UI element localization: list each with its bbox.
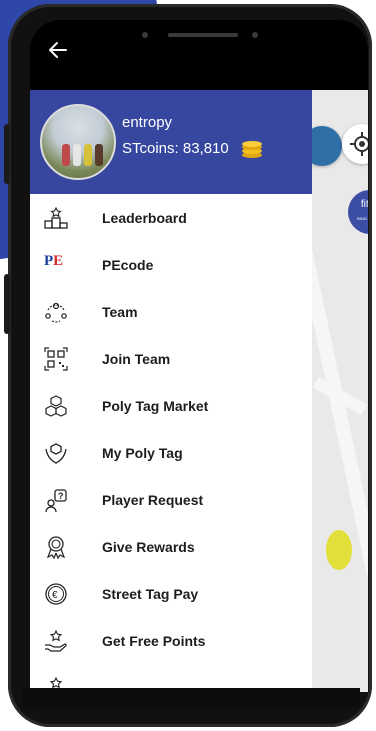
menu-item-label: Street Tag Pay <box>102 586 199 602</box>
map-view[interactable]: fitbit BING POINTS <box>273 90 368 692</box>
menu-item-label: Give Rewards <box>102 539 195 555</box>
back-arrow-icon[interactable] <box>46 38 70 62</box>
hand-star-icon <box>45 629 67 652</box>
menu-item-poly-tag-market[interactable]: Poly Tag Market <box>30 382 312 429</box>
menu-item-give-rewards[interactable]: Give Rewards <box>30 523 312 570</box>
pe-logo-icon: PE <box>44 253 64 269</box>
user-question-icon: ? <box>45 489 67 512</box>
menu-item-label: Get Free Points <box>102 633 206 649</box>
menu-item-player-request[interactable]: ? Player Request <box>30 476 312 523</box>
drawer-header: entropy STcoins: 83,810 <box>30 90 312 194</box>
euro-coin-icon: € <box>45 583 67 605</box>
hand-box-icon <box>45 443 67 464</box>
avatar[interactable] <box>40 104 116 180</box>
menu-item-my-poly-tag[interactable]: My Poly Tag <box>30 429 312 476</box>
menu-item-label: Poly Tag Market <box>102 398 209 414</box>
notch <box>128 20 278 50</box>
power-button <box>4 274 10 334</box>
menu-item-join-team[interactable]: Join Team <box>30 335 312 382</box>
navigation-drawer: entropy STcoins: 83,810 Leaderboard PE P… <box>30 90 312 692</box>
menu-item-label: PEcode <box>102 257 154 273</box>
svg-text:?: ? <box>58 491 64 501</box>
user-name: entropy <box>122 114 173 131</box>
screen: fitbit BING POINTS entropy STcoins: 83,8… <box>30 20 368 692</box>
crosshair-icon <box>350 132 368 156</box>
locate-button[interactable] <box>342 124 368 164</box>
menu-item-label: My Poly Tag <box>102 445 183 461</box>
coins-icon <box>242 141 262 158</box>
menu-item-team[interactable]: Team <box>30 288 312 335</box>
menu-item-get-free-points[interactable]: Get Free Points <box>30 617 312 664</box>
sensor-dot <box>252 32 258 38</box>
coin-balance: STcoins: 83,810 <box>122 140 229 157</box>
menu-item-street-tag-pay[interactable]: € Street Tag Pay <box>30 570 312 617</box>
qr-code-icon <box>44 347 68 371</box>
menu-item-label: Team <box>102 304 138 320</box>
camera-dot <box>142 32 148 38</box>
drawer-menu: Leaderboard PE PEcode Team Join Team Pol… <box>30 194 312 692</box>
fitbit-sublabel: BING POINTS <box>357 216 368 221</box>
volume-button <box>4 124 10 184</box>
phone-frame: fitbit BING POINTS entropy STcoins: 83,8… <box>4 4 372 727</box>
menu-item-label: Join Team <box>102 351 171 367</box>
svg-text:€: € <box>52 590 58 601</box>
podium-icon <box>44 206 68 229</box>
menu-item-label: Player Request <box>102 492 204 508</box>
speaker-grille <box>168 33 238 37</box>
team-icon <box>45 302 67 323</box>
screen-bottom-edge <box>22 688 360 708</box>
menu-item-label: Leaderboard <box>102 210 187 226</box>
medal-icon <box>46 536 66 559</box>
map-marker[interactable] <box>326 530 352 570</box>
fitbit-label: fitbit <box>360 199 368 210</box>
menu-item-leaderboard[interactable]: Leaderboard <box>30 194 312 241</box>
menu-item-pecode[interactable]: PE PEcode <box>30 241 312 288</box>
boxes-icon <box>45 395 67 417</box>
fitbit-marker[interactable]: fitbit BING POINTS <box>348 190 368 234</box>
